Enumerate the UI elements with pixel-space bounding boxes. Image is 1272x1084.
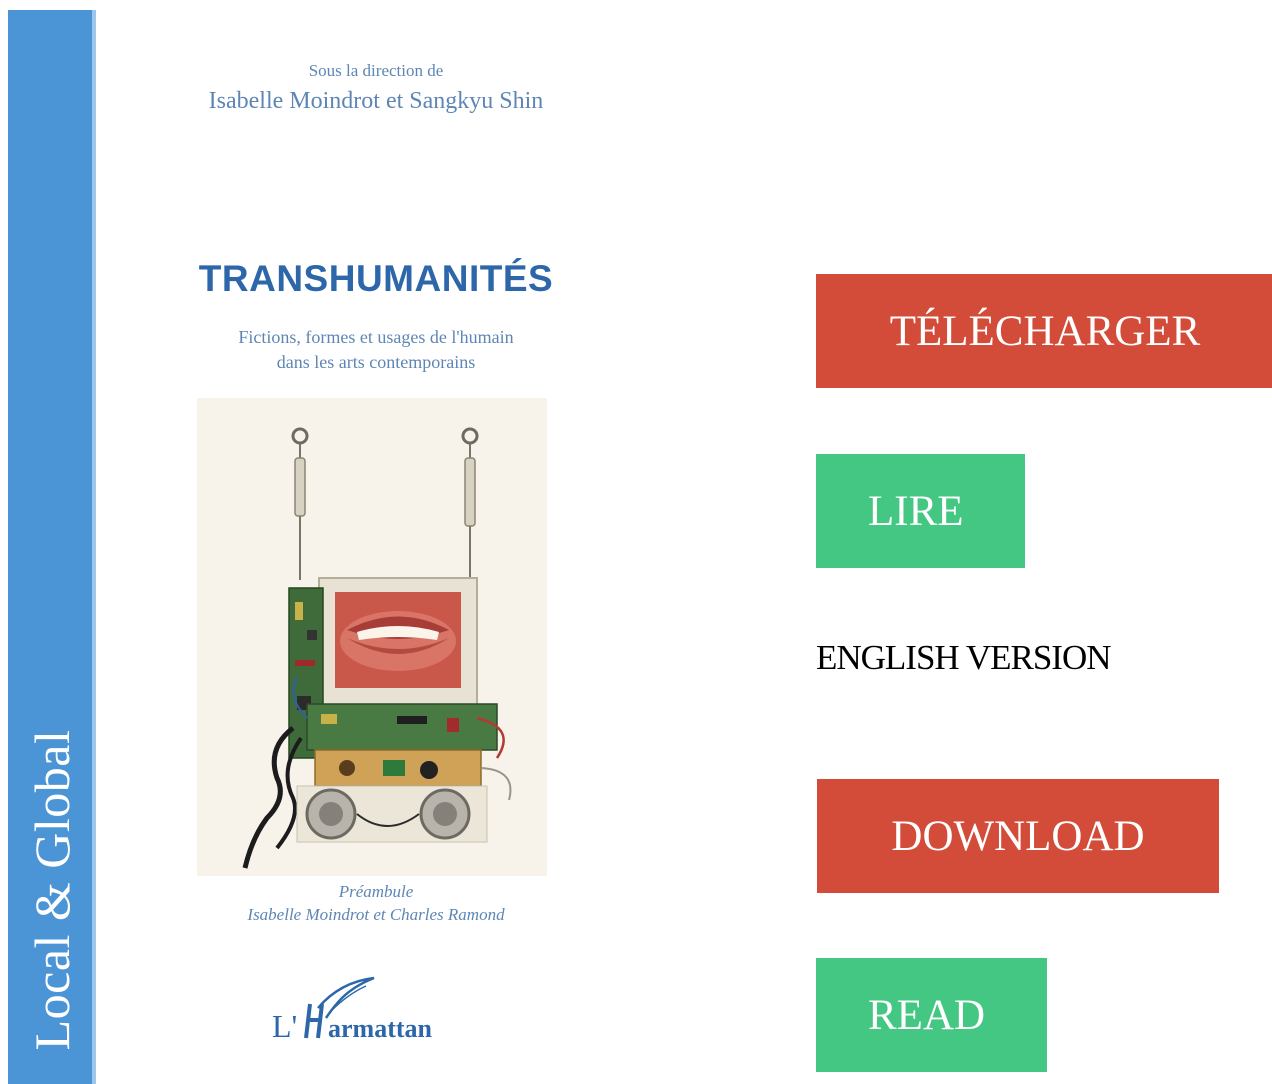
editors-names: Isabelle Moindrot et Sangkyu Shin xyxy=(208,88,544,114)
svg-text:armattan: armattan xyxy=(328,1014,433,1043)
robot-sculpture-illustration xyxy=(242,427,512,869)
series-label: Local & Global xyxy=(24,729,80,1051)
svg-text:L': L' xyxy=(272,1008,297,1044)
english-version-link[interactable]: ENGLISH VERSION xyxy=(816,638,1111,678)
book-cover-image: Local & Global Sous la direction de Isab… xyxy=(0,0,700,1084)
lire-button[interactable]: LIRE xyxy=(816,454,1025,568)
preamble-label: Préambule xyxy=(338,882,414,901)
publisher-logo: L' armattan xyxy=(270,974,480,1044)
preamble-authors: Isabelle Moindrot et Charles Ramond xyxy=(247,905,505,924)
read-button[interactable]: READ xyxy=(816,958,1047,1072)
direction-label: Sous la direction de xyxy=(308,61,444,80)
subtitle-line-1: Fictions, formes et usages de l'humain xyxy=(238,327,514,347)
book-title: TRANSHUMANITÉS xyxy=(198,258,554,299)
harmattan-logo-icon: L' armattan xyxy=(272,976,433,1044)
cover-spine-edge xyxy=(92,10,96,1084)
telecharger-button[interactable]: TÉLÉCHARGER xyxy=(816,274,1272,388)
cover-artwork xyxy=(197,398,547,876)
book-subtitle: Fictions, formes et usages de l'humain d… xyxy=(180,325,572,375)
subtitle-line-2: dans les arts contemporains xyxy=(276,352,476,372)
download-button[interactable]: DOWNLOAD xyxy=(817,779,1219,893)
